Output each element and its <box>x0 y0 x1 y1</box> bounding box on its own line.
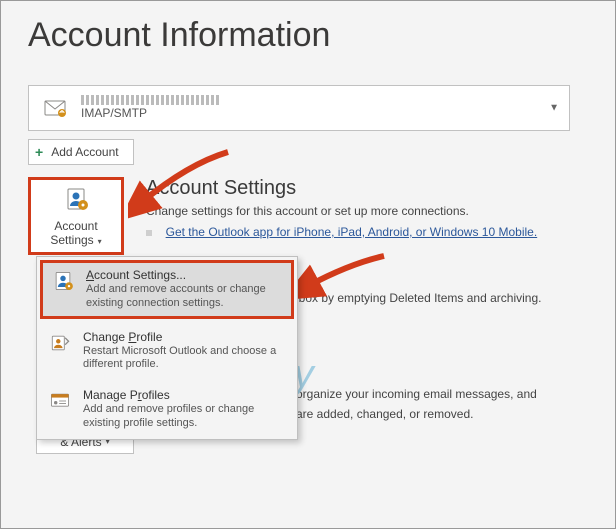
account-protocol: IMAP/SMTP <box>81 106 221 120</box>
mailbox-trail-text: lbox by emptying Deleted Items and archi… <box>296 291 588 305</box>
dropdown-item-desc: Restart Microsoft Outlook and choose a d… <box>83 345 287 373</box>
account-settings-tile[interactable]: Account Settings▾ <box>28 177 124 255</box>
dropdown-item-account-settings[interactable]: Account Settings... Add and remove accou… <box>40 260 294 319</box>
caret-down-icon: ▼ <box>549 103 559 114</box>
add-account-label: Add Account <box>51 145 118 159</box>
account-settings-tile-label: Account Settings▾ <box>50 220 101 248</box>
plus-icon: + <box>35 144 43 160</box>
dropdown-item-title: Manage Profiles <box>83 388 287 402</box>
mailbox-icon <box>41 94 69 122</box>
rules-trail-text-2: are added, changed, or removed. <box>296 407 588 421</box>
dropdown-item-change-profile[interactable]: Change Profile Restart Microsoft Outlook… <box>37 322 297 381</box>
dropdown-item-desc: Add and remove accounts or change existi… <box>86 283 284 311</box>
account-info: IMAP/SMTP <box>81 95 221 120</box>
change-profile-icon <box>47 330 73 356</box>
account-selector[interactable]: IMAP/SMTP ▼ <box>28 85 570 131</box>
add-account-button[interactable]: + Add Account <box>28 139 134 165</box>
section-heading-account-settings: Account Settings <box>146 177 588 200</box>
account-settings-icon <box>50 268 76 294</box>
dropdown-item-title: Account Settings... <box>86 268 284 282</box>
outlook-app-link-row: Get the Outlook app for iPhone, iPad, An… <box>146 224 588 239</box>
account-settings-dropdown: Account Settings... Add and remove accou… <box>36 256 298 440</box>
dropdown-item-title: Change Profile <box>83 330 287 344</box>
outlook-app-link[interactable]: Get the Outlook app for iPhone, iPad, An… <box>166 225 538 239</box>
bullet-icon <box>146 230 152 236</box>
page-title: Account Information <box>28 16 588 55</box>
manage-profiles-icon <box>47 388 73 414</box>
dropdown-item-manage-profiles[interactable]: Manage Profiles Add and remove profiles … <box>37 380 297 439</box>
dropdown-item-desc: Add and remove profiles or change existi… <box>83 403 287 431</box>
rules-trail-text-1: organize your incoming email messages, a… <box>296 387 588 401</box>
account-settings-icon <box>62 185 90 216</box>
account-email-blurred <box>81 95 221 105</box>
section-sub-account-settings: Change settings for this account or set … <box>146 204 588 218</box>
